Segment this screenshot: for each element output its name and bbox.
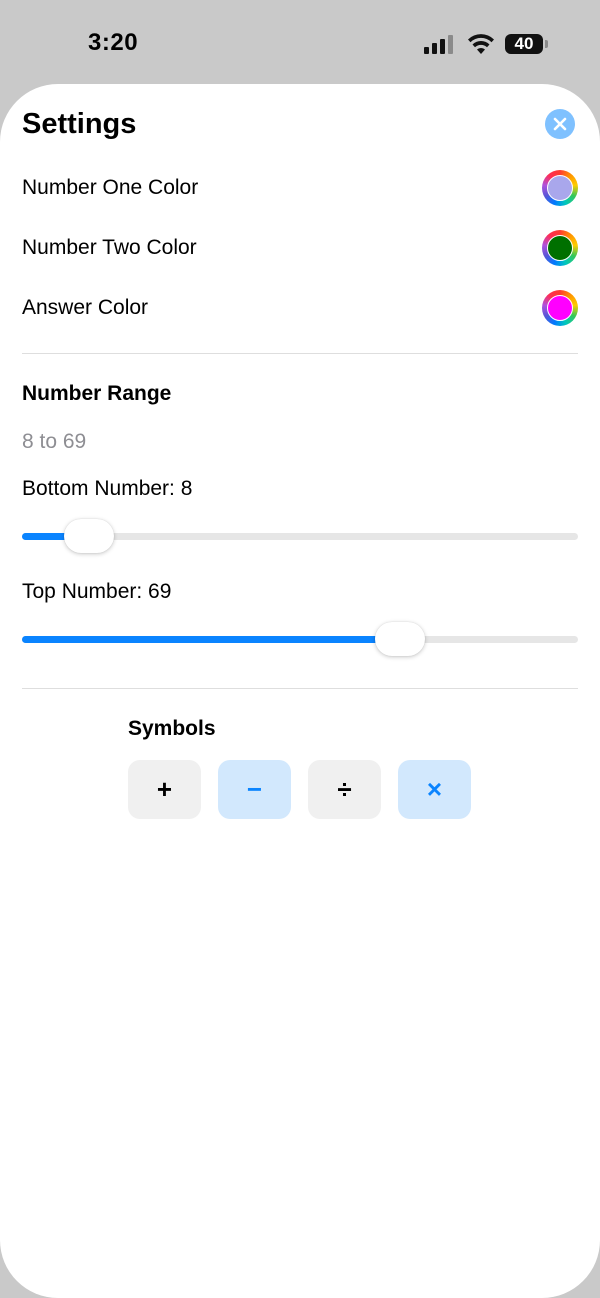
color-row-number-two: Number Two Color (22, 228, 578, 268)
color-label: Number One Color (22, 176, 199, 199)
number-range-title: Number Range (22, 382, 172, 405)
cellular-signal-icon (424, 34, 453, 54)
slider-thumb[interactable] (63, 519, 114, 553)
symbols-group: + − ÷ × (128, 760, 471, 819)
status-time: 3:20 (88, 29, 139, 56)
page-title: Settings (22, 108, 137, 140)
wifi-icon (468, 34, 494, 54)
divider (22, 353, 578, 354)
battery-icon: 40 (505, 34, 548, 54)
close-icon (553, 117, 567, 131)
status-icons: 40 (424, 33, 548, 55)
slider-thumb[interactable] (375, 622, 426, 656)
color-swatch (547, 175, 573, 201)
color-picker-number-one[interactable] (542, 170, 578, 206)
color-label: Answer Color (22, 296, 149, 319)
symbol-plus-button[interactable]: + (128, 760, 201, 819)
slider-track (22, 636, 578, 643)
settings-sheet: Settings Number One Color Number Two Col… (0, 84, 600, 1298)
color-row-number-one: Number One Color (22, 168, 578, 208)
top-number-slider[interactable] (22, 620, 578, 660)
color-swatch (547, 295, 573, 321)
symbol-multiply-button[interactable]: × (398, 760, 471, 819)
symbol-minus-button[interactable]: − (218, 760, 291, 819)
symbols-title: Symbols (128, 717, 216, 740)
close-button[interactable] (545, 109, 575, 139)
symbol-divide-button[interactable]: ÷ (308, 760, 381, 819)
divider (22, 688, 578, 689)
bottom-number-label: Bottom Number: 8 (22, 477, 193, 500)
color-picker-number-two[interactable] (542, 230, 578, 266)
color-picker-answer[interactable] (542, 290, 578, 326)
slider-fill (22, 636, 401, 643)
color-row-answer: Answer Color (22, 288, 578, 328)
top-number-label: Top Number: 69 (22, 580, 172, 603)
status-bar: 3:20 40 (0, 0, 600, 84)
color-label: Number Two Color (22, 236, 197, 259)
color-swatch (547, 235, 573, 261)
battery-level: 40 (514, 34, 534, 53)
bottom-number-slider[interactable] (22, 517, 578, 557)
number-range-summary: 8 to 69 (22, 430, 87, 453)
